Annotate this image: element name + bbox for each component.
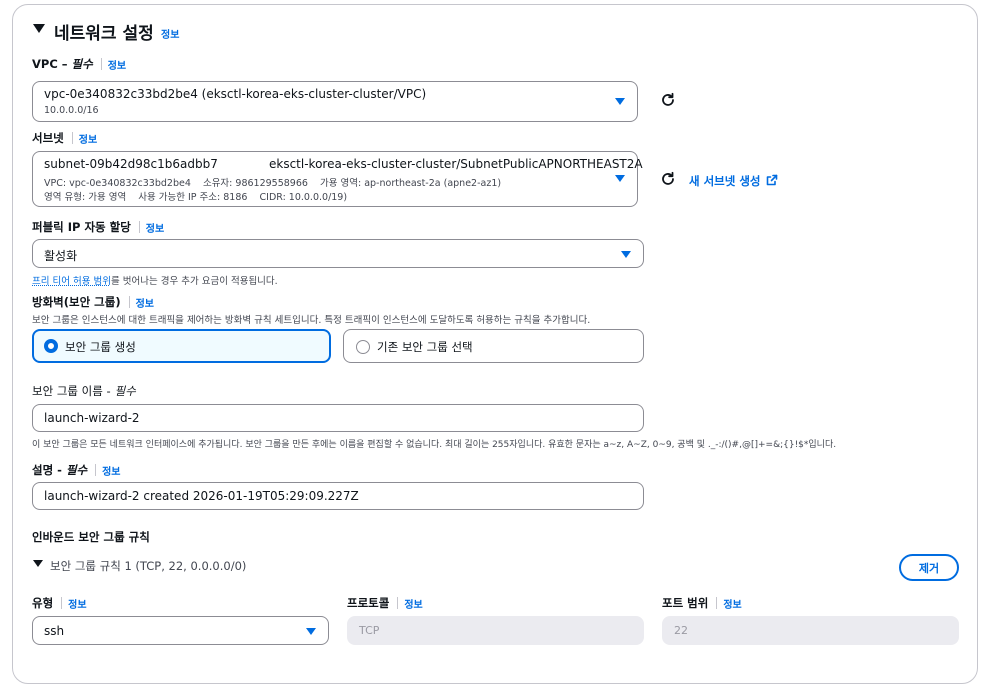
section-info-link[interactable]: 정보 — [161, 26, 179, 41]
port-label-row: 포트 범위 정보 — [662, 595, 742, 611]
option-create-label: 보안 그룹 생성 — [65, 340, 136, 354]
description-required: 필수 — [65, 463, 88, 477]
vpc-dropdown-icon — [615, 98, 625, 105]
protocol-field: TCP — [347, 616, 644, 645]
vpc-refresh-icon[interactable] — [660, 92, 676, 108]
protocol-label-row: 프로토콜 정보 — [347, 595, 423, 611]
type-info-link[interactable]: 정보 — [68, 596, 86, 611]
public-ip-select[interactable]: 활성화 — [32, 239, 644, 268]
subnet-details-line1: VPC: vpc-0e340832c33bd2be4 소유자: 98612955… — [44, 178, 502, 189]
port-label: 포트 범위 — [662, 596, 709, 610]
subnet-info-link[interactable]: 정보 — [79, 131, 97, 146]
public-ip-label: 퍼블릭 IP 자동 할당 — [32, 220, 131, 234]
vpc-label: VPC – — [32, 57, 68, 71]
external-link-icon — [766, 171, 778, 190]
create-subnet-label: 새 서브넷 생성 — [689, 173, 761, 188]
option-create-security-group[interactable]: 보안 그룹 생성 — [32, 329, 331, 363]
port-value: 22 — [674, 624, 688, 637]
firewall-label: 방화벽(보안 그룹) — [32, 295, 121, 309]
public-ip-value: 활성화 — [44, 249, 78, 263]
protocol-info-link[interactable]: 정보 — [404, 596, 422, 611]
section-toggle-icon[interactable] — [33, 24, 45, 33]
description-label: 설명 - — [32, 463, 62, 477]
type-label: 유형 — [32, 596, 54, 610]
vpc-select[interactable]: vpc-0e340832c33bd2be4 (eksctl-korea-eks-… — [32, 81, 638, 122]
subnet-name: eksctl-korea-eks-cluster-cluster/SubnetP… — [269, 157, 643, 171]
protocol-label: 프로토콜 — [347, 596, 390, 610]
type-select[interactable]: ssh — [32, 616, 329, 645]
rule-title[interactable]: 보안 그룹 규칙 1 (TCP, 22, 0.0.0.0/0) — [50, 558, 246, 574]
sg-name-label: 보안 그룹 이름 - — [32, 384, 111, 398]
public-ip-info-link[interactable]: 정보 — [146, 220, 164, 235]
sg-name-label-row: 보안 그룹 이름 - 필수 — [32, 383, 136, 399]
subnet-label: 서브넷 — [32, 131, 64, 145]
vpc-value: vpc-0e340832c33bd2be4 (eksctl-korea-eks-… — [44, 87, 427, 101]
port-info-link[interactable]: 정보 — [723, 596, 741, 611]
subnet-refresh-icon[interactable] — [660, 171, 676, 187]
protocol-value: TCP — [359, 624, 380, 637]
radio-selected-icon — [44, 339, 58, 353]
type-dropdown-icon — [306, 628, 316, 635]
subnet-dropdown-icon — [615, 175, 625, 182]
public-ip-help: 프리 티어 허용 범위를 벗어나는 경우 추가 요금이 적용됩니다. — [32, 273, 278, 287]
firewall-info-link[interactable]: 정보 — [136, 295, 154, 310]
subnet-label-row: 서브넷 정보 — [32, 130, 97, 146]
sg-name-help: 이 보안 그룹은 모든 네트워크 인터페이스에 추가됩니다. 보안 그룹을 만든… — [32, 440, 837, 450]
section-title: 네트워크 설정 — [54, 24, 154, 44]
rule-expand-icon[interactable] — [33, 560, 43, 567]
subnet-id: subnet-09b42d98c1b6adbb7 — [44, 157, 218, 171]
sg-name-input[interactable]: launch-wizard-2 — [32, 404, 644, 432]
description-value: launch-wizard-2 created 2026-01-19T05:29… — [44, 489, 359, 503]
vpc-required: 필수 — [71, 57, 93, 71]
description-label-row: 설명 - 필수 정보 — [32, 462, 121, 478]
vpc-label-row: VPC – 필수 정보 — [32, 56, 126, 72]
option-existing-security-group[interactable]: 기존 보안 그룹 선택 — [343, 329, 644, 363]
vpc-info-link[interactable]: 정보 — [108, 57, 126, 72]
inbound-rules-title: 인바운드 보안 그룹 규칙 — [32, 530, 150, 544]
public-ip-label-row: 퍼블릭 IP 자동 할당 정보 — [32, 219, 164, 235]
free-tier-link[interactable]: 프리 티어 허용 범위 — [32, 276, 111, 287]
radio-unselected-icon — [356, 340, 370, 354]
subnet-details-line2: 영역 유형: 가용 영역 사용 가능한 IP 주소: 8186 CIDR: 10… — [44, 192, 348, 203]
public-ip-help-text: 를 벗어나는 경우 추가 요금이 적용됩니다. — [110, 276, 278, 287]
sg-name-required: 필수 — [114, 384, 136, 398]
subnet-select[interactable]: subnet-09b42d98c1b6adbb7 eksctl-korea-ek… — [32, 151, 643, 207]
public-ip-dropdown-icon — [621, 251, 631, 258]
type-value: ssh — [44, 624, 65, 638]
type-label-row: 유형 정보 — [32, 595, 87, 611]
port-range-field: 22 — [662, 616, 959, 645]
option-existing-label: 기존 보안 그룹 선택 — [377, 340, 473, 354]
vpc-cidr: 10.0.0.0/16 — [44, 105, 99, 116]
remove-rule-button[interactable]: 제거 — [899, 554, 959, 581]
create-subnet-link[interactable]: 새 서브넷 생성 — [689, 171, 778, 190]
firewall-description: 보안 그룹은 인스턴스에 대한 트래픽을 제어하는 방화벽 규칙 세트입니다. … — [32, 315, 591, 326]
firewall-label-row: 방화벽(보안 그룹) 정보 — [32, 294, 154, 310]
description-input[interactable]: launch-wizard-2 created 2026-01-19T05:29… — [32, 482, 644, 510]
sg-name-value: launch-wizard-2 — [44, 411, 140, 425]
description-info-link[interactable]: 정보 — [102, 463, 120, 478]
